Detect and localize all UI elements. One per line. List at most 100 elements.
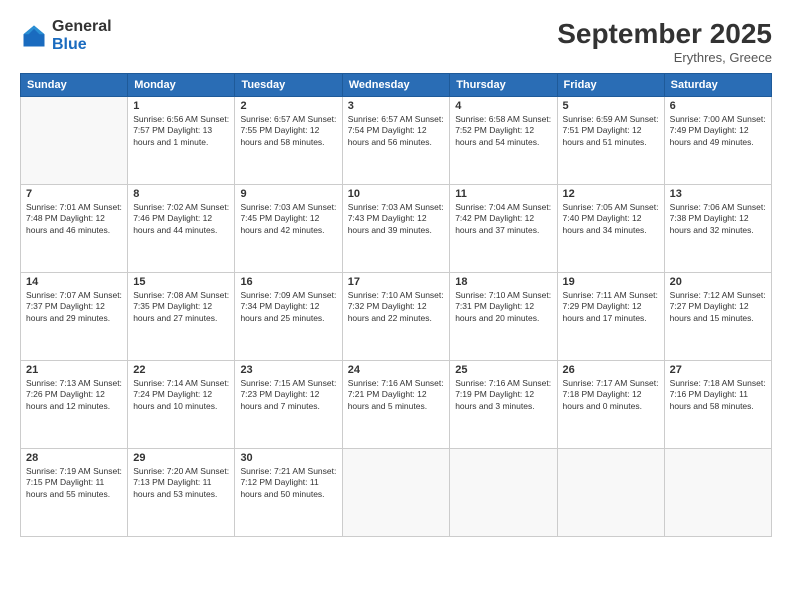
day-info: Sunrise: 7:12 AM Sunset: 7:27 PM Dayligh…	[670, 290, 766, 324]
weekday-header-sunday: Sunday	[21, 74, 128, 97]
calendar-cell: 15Sunrise: 7:08 AM Sunset: 7:35 PM Dayli…	[128, 273, 235, 361]
calendar-cell: 30 Sunrise: 7:21 AM Sunset: 7:12 PM Dayli…	[235, 449, 342, 537]
month-title: September 2025	[557, 18, 772, 50]
day-number: 26	[563, 364, 659, 376]
day-number: 6	[670, 100, 766, 112]
calendar-cell: 10Sunrise: 7:03 AM Sunset: 7:43 PM Dayli…	[342, 185, 450, 273]
calendar-cell: 11Sunrise: 7:04 AM Sunset: 7:42 PM Dayli…	[450, 185, 557, 273]
calendar-cell: 18 Sunrise: 7:10 AM Sunset: 7:31 PM Dayli…	[450, 273, 557, 361]
day-number: 27	[670, 364, 766, 376]
day-number: 11	[455, 188, 551, 200]
day-number: 18	[455, 276, 551, 288]
calendar-cell: 17Sunrise: 7:10 AM Sunset: 7:32 PM Dayli…	[342, 273, 450, 361]
calendar-cell: 19 Sunrise: 7:11 AM Sunset: 7:29 PM Dayli…	[557, 273, 664, 361]
calendar-cell: 2 Sunrise: 6:57 AM Sunset: 7:55 PM Daylig…	[235, 97, 342, 185]
logo-text: General Blue	[52, 18, 112, 53]
calendar: SundayMondayTuesdayWednesdayThursdayFrid…	[20, 73, 772, 537]
calendar-cell: 21 Sunrise: 7:13 AM Sunset: 7:26 PM Dayli…	[21, 361, 128, 449]
day-number: 14	[26, 276, 122, 288]
day-info: Sunrise: 7:10 AM Sunset: 7:31 PM Dayligh…	[455, 290, 551, 324]
calendar-cell: 24 Sunrise: 7:16 AM Sunset: 7:21 PM Dayli…	[342, 361, 450, 449]
day-number: 13	[670, 188, 766, 200]
day-number: 1	[133, 100, 229, 112]
day-info: Sunrise: 7:09 AM Sunset: 7:34 PM Dayligh…	[240, 290, 336, 324]
calendar-cell: 1 Sunrise: 6:56 AM Sunset: 7:57 PM Daylig…	[128, 97, 235, 185]
calendar-cell: 27 Sunrise: 7:18 AM Sunset: 7:16 PM Dayli…	[664, 361, 771, 449]
title-block: September 2025 Erythres, Greece	[557, 18, 772, 65]
logo: General Blue	[20, 18, 112, 53]
weekday-header-thursday: Thursday	[450, 74, 557, 97]
calendar-cell: 7Sunrise: 7:01 AM Sunset: 7:48 PM Daylig…	[21, 185, 128, 273]
day-info: Sunrise: 7:21 AM Sunset: 7:12 PM Dayligh…	[240, 466, 336, 500]
week-row-1: 1 Sunrise: 6:56 AM Sunset: 7:57 PM Daylig…	[21, 97, 772, 185]
calendar-cell	[557, 449, 664, 537]
weekday-header-friday: Friday	[557, 74, 664, 97]
day-info: Sunrise: 6:57 AM Sunset: 7:54 PM Dayligh…	[348, 114, 445, 148]
day-info: Sunrise: 7:10 AM Sunset: 7:32 PM Dayligh…	[348, 290, 445, 324]
day-info: Sunrise: 7:06 AM Sunset: 7:38 PM Dayligh…	[670, 202, 766, 236]
day-number: 16	[240, 276, 336, 288]
calendar-cell: 9Sunrise: 7:03 AM Sunset: 7:45 PM Daylig…	[235, 185, 342, 273]
calendar-cell: 25Sunrise: 7:16 AM Sunset: 7:19 PM Dayli…	[450, 361, 557, 449]
calendar-cell: 4 Sunrise: 6:58 AM Sunset: 7:52 PM Daylig…	[450, 97, 557, 185]
weekday-header-row: SundayMondayTuesdayWednesdayThursdayFrid…	[21, 74, 772, 97]
day-info: Sunrise: 6:57 AM Sunset: 7:55 PM Dayligh…	[240, 114, 336, 148]
day-number: 24	[348, 364, 445, 376]
day-info: Sunrise: 7:18 AM Sunset: 7:16 PM Dayligh…	[670, 378, 766, 412]
calendar-cell: 6 Sunrise: 7:00 AM Sunset: 7:49 PM Daylig…	[664, 97, 771, 185]
day-number: 30	[240, 452, 336, 464]
day-info: Sunrise: 7:20 AM Sunset: 7:13 PM Dayligh…	[133, 466, 229, 500]
calendar-cell: 8Sunrise: 7:02 AM Sunset: 7:46 PM Daylig…	[128, 185, 235, 273]
header: General Blue September 2025 Erythres, Gr…	[20, 18, 772, 65]
calendar-cell: 14 Sunrise: 7:07 AM Sunset: 7:37 PM Dayli…	[21, 273, 128, 361]
day-number: 22	[133, 364, 229, 376]
calendar-cell	[21, 97, 128, 185]
day-info: Sunrise: 6:58 AM Sunset: 7:52 PM Dayligh…	[455, 114, 551, 148]
day-number: 19	[563, 276, 659, 288]
day-number: 3	[348, 100, 445, 112]
day-info: Sunrise: 7:05 AM Sunset: 7:40 PM Dayligh…	[563, 202, 659, 236]
day-number: 20	[670, 276, 766, 288]
week-row-4: 21 Sunrise: 7:13 AM Sunset: 7:26 PM Dayli…	[21, 361, 772, 449]
week-row-2: 7Sunrise: 7:01 AM Sunset: 7:48 PM Daylig…	[21, 185, 772, 273]
logo-general-text: General	[52, 18, 112, 36]
calendar-cell: 16 Sunrise: 7:09 AM Sunset: 7:34 PM Dayli…	[235, 273, 342, 361]
weekday-header-wednesday: Wednesday	[342, 74, 450, 97]
day-info: Sunrise: 7:16 AM Sunset: 7:21 PM Dayligh…	[348, 378, 445, 412]
location: Erythres, Greece	[557, 50, 772, 65]
calendar-cell: 13 Sunrise: 7:06 AM Sunset: 7:38 PM Dayli…	[664, 185, 771, 273]
calendar-cell	[450, 449, 557, 537]
day-number: 28	[26, 452, 122, 464]
day-info: Sunrise: 6:59 AM Sunset: 7:51 PM Dayligh…	[563, 114, 659, 148]
page: General Blue September 2025 Erythres, Gr…	[0, 0, 792, 612]
logo-blue-text: Blue	[52, 36, 112, 54]
calendar-cell: 20 Sunrise: 7:12 AM Sunset: 7:27 PM Dayli…	[664, 273, 771, 361]
day-number: 2	[240, 100, 336, 112]
weekday-header-tuesday: Tuesday	[235, 74, 342, 97]
day-info: Sunrise: 7:01 AM Sunset: 7:48 PM Dayligh…	[26, 202, 122, 236]
day-info: Sunrise: 7:00 AM Sunset: 7:49 PM Dayligh…	[670, 114, 766, 148]
day-number: 21	[26, 364, 122, 376]
day-info: Sunrise: 7:02 AM Sunset: 7:46 PM Dayligh…	[133, 202, 229, 236]
calendar-cell: 12Sunrise: 7:05 AM Sunset: 7:40 PM Dayli…	[557, 185, 664, 273]
day-info: Sunrise: 7:16 AM Sunset: 7:19 PM Dayligh…	[455, 378, 551, 412]
calendar-cell: 3 Sunrise: 6:57 AM Sunset: 7:54 PM Daylig…	[342, 97, 450, 185]
calendar-cell	[342, 449, 450, 537]
calendar-cell: 29Sunrise: 7:20 AM Sunset: 7:13 PM Dayli…	[128, 449, 235, 537]
day-number: 15	[133, 276, 229, 288]
calendar-cell: 22 Sunrise: 7:14 AM Sunset: 7:24 PM Dayli…	[128, 361, 235, 449]
calendar-cell: 5Sunrise: 6:59 AM Sunset: 7:51 PM Daylig…	[557, 97, 664, 185]
calendar-cell: 26 Sunrise: 7:17 AM Sunset: 7:18 PM Dayli…	[557, 361, 664, 449]
day-info: Sunrise: 7:07 AM Sunset: 7:37 PM Dayligh…	[26, 290, 122, 324]
day-number: 4	[455, 100, 551, 112]
day-info: Sunrise: 7:13 AM Sunset: 7:26 PM Dayligh…	[26, 378, 122, 412]
week-row-3: 14 Sunrise: 7:07 AM Sunset: 7:37 PM Dayli…	[21, 273, 772, 361]
weekday-header-saturday: Saturday	[664, 74, 771, 97]
day-info: Sunrise: 7:03 AM Sunset: 7:45 PM Dayligh…	[240, 202, 336, 236]
day-number: 10	[348, 188, 445, 200]
day-info: Sunrise: 7:14 AM Sunset: 7:24 PM Dayligh…	[133, 378, 229, 412]
day-info: Sunrise: 7:15 AM Sunset: 7:23 PM Dayligh…	[240, 378, 336, 412]
day-info: Sunrise: 7:17 AM Sunset: 7:18 PM Dayligh…	[563, 378, 659, 412]
day-info: Sunrise: 7:11 AM Sunset: 7:29 PM Dayligh…	[563, 290, 659, 324]
day-info: Sunrise: 6:56 AM Sunset: 7:57 PM Dayligh…	[133, 114, 229, 148]
